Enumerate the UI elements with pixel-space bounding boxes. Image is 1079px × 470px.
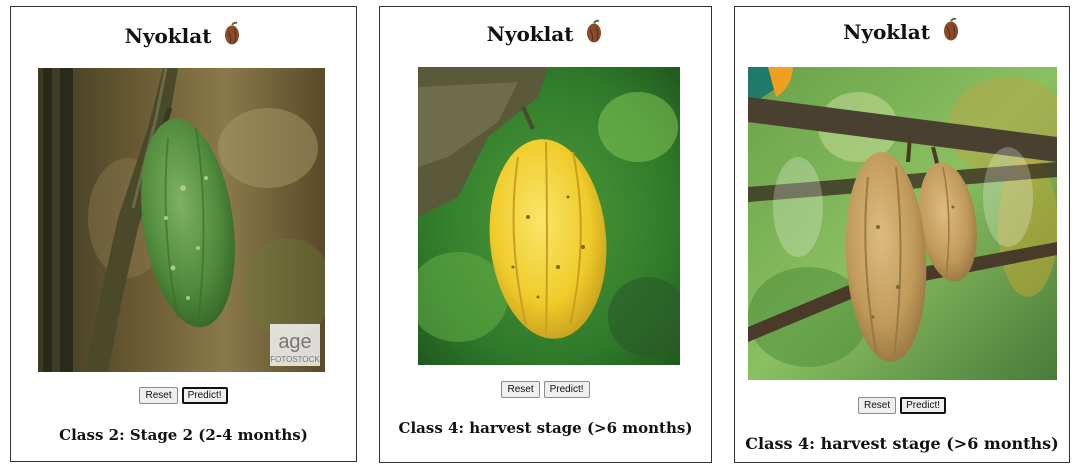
watermark-brand: FOTOSTOCK (270, 355, 320, 364)
cocoa-pod-icon (587, 19, 602, 43)
reset-button[interactable]: Reset (857, 397, 897, 414)
cocoa-pod-icon (225, 21, 240, 45)
cocoa-pod-icon (943, 17, 958, 41)
reset-button[interactable]: Reset (501, 381, 540, 398)
prediction-panel-3: Nyoklat Reset Predict! Class 4: harvest … (734, 6, 1070, 463)
app-title: Nyoklat (11, 21, 356, 48)
cocoa-pod-photo (748, 67, 1057, 380)
app-title: Nyoklat (380, 19, 711, 46)
prediction-result: Class 2: Stage 2 (2-4 months) (59, 426, 308, 444)
predict-button[interactable]: Predict! (900, 397, 947, 414)
predict-button[interactable]: Predict! (181, 387, 228, 404)
prediction-panel-1: Nyoklat age FOTOSTOCK Reset Predict! Cla… (10, 6, 357, 462)
prediction-panel-2: Nyoklat Reset Predict! Class 4: harvest … (379, 6, 712, 463)
prediction-result: Class 4: harvest stage (>6 months) (745, 434, 1059, 453)
cocoa-pod-photo: age FOTOSTOCK (38, 68, 325, 372)
reset-button[interactable]: Reset (139, 387, 178, 404)
watermark-logo: age (278, 331, 311, 353)
prediction-result: Class 4: harvest stage (>6 months) (398, 419, 693, 437)
app-title: Nyoklat (735, 17, 1069, 44)
cocoa-pod-photo (418, 67, 680, 365)
predict-button[interactable]: Predict! (543, 381, 590, 398)
